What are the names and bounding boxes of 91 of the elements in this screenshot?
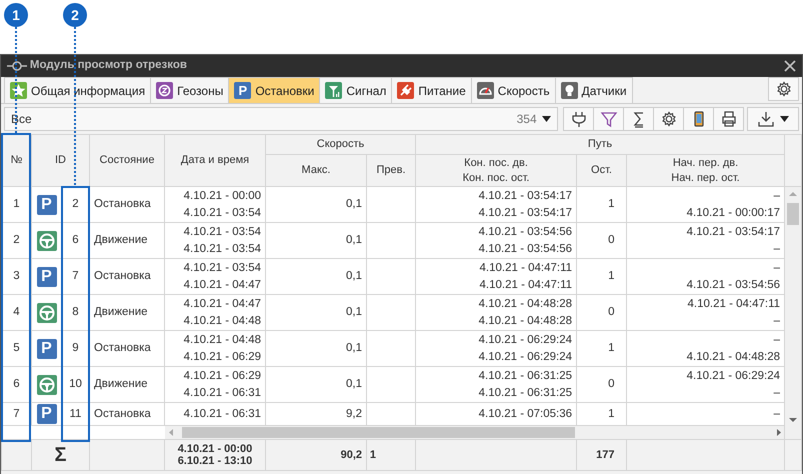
table-cell: 4.10.21 - 04:47 4.10.21 - 04:48	[164, 294, 266, 330]
column-group-header[interactable]: Путь	[416, 134, 785, 154]
table-cell: 4.10.21 - 04:48:28 4.10.21 - 04:48:28	[416, 294, 577, 330]
table-cell: 0,1	[266, 222, 366, 258]
table-cell: 4.10.21 - 06:29 4.10.21 - 06:31	[164, 366, 266, 402]
column-header[interactable]: Нач. пер. дв. Нач. пер. ост.	[626, 154, 785, 186]
callout-marker: 2	[63, 3, 87, 27]
column-header[interactable]: Состояние	[90, 134, 164, 186]
phone-button[interactable]	[683, 107, 714, 131]
column-header[interactable]: Макс.	[266, 154, 366, 186]
table-cell: 7	[2, 402, 32, 426]
parking-icon: P	[36, 404, 56, 424]
horizontal-scrollbar[interactable]	[164, 426, 784, 439]
table-cell: 1	[576, 330, 627, 366]
table-cell: 5	[2, 330, 32, 366]
table-cell: 0,1	[266, 258, 366, 294]
table-cell: 0,1	[266, 330, 366, 366]
table-cell: 0,1	[266, 186, 366, 222]
table-cell	[366, 366, 416, 402]
tab[interactable]: Общая информация	[4, 77, 152, 103]
caret-icon	[542, 116, 552, 122]
download-icon	[756, 110, 775, 128]
table-cell: 1	[576, 186, 627, 222]
table-cell: 0	[576, 222, 627, 258]
table-cell: 3	[2, 258, 32, 294]
parking-icon: P	[36, 194, 56, 214]
table-cell	[366, 222, 416, 258]
settings-icon	[774, 80, 792, 98]
printer-button[interactable]	[713, 107, 744, 131]
table-cell	[366, 330, 416, 366]
column-header[interactable]: Ост.	[576, 154, 627, 186]
export-button[interactable]	[747, 107, 799, 131]
table-cell: 4.10.21 - 06:29:24 4.10.21 - 06:29:24	[416, 330, 577, 366]
table-cell: 6	[2, 366, 32, 402]
table-cell: 2	[2, 222, 32, 258]
sum-button[interactable]	[623, 107, 654, 131]
table-cell	[366, 294, 416, 330]
table-cell: 4.10.21 - 03:54 4.10.21 - 03:54	[164, 222, 266, 258]
table-cell: 0	[576, 294, 627, 330]
table-cell: 1	[576, 258, 627, 294]
table-cell: Движение	[90, 366, 164, 402]
filter-icon	[600, 110, 618, 128]
caret-icon	[780, 116, 790, 122]
plug-button[interactable]	[563, 107, 594, 131]
total-cell: 90,2	[266, 440, 366, 470]
column-header[interactable]: Кон. пос. дв. Кон. пос. ост.	[416, 154, 577, 186]
table-cell: Остановка	[90, 258, 164, 294]
total-cell: 1	[366, 440, 416, 470]
gear-button[interactable]	[653, 107, 684, 131]
filter-button[interactable]	[593, 107, 624, 131]
column-header[interactable]: Дата и время	[164, 134, 266, 186]
table-cell: 0,1	[266, 366, 366, 402]
table-cell: 0,1	[266, 294, 366, 330]
table-cell: Движение	[90, 294, 164, 330]
pin-icon	[7, 60, 27, 72]
table-cell: 4.10.21 - 03:54:17 4.10.21 - 03:54:17	[416, 186, 577, 222]
table-cell: 1	[2, 186, 32, 222]
table-cell: 4.10.21 - 04:47:11 4.10.21 - 04:47:11	[416, 258, 577, 294]
parking-icon: P	[36, 266, 56, 286]
settings-button[interactable]	[768, 77, 799, 101]
plug-icon	[570, 110, 588, 128]
table-cell: Остановка	[90, 330, 164, 366]
table-cell	[366, 258, 416, 294]
table-cell: 4.10.21 - 03:54:56 4.10.21 - 03:54:56	[416, 222, 577, 258]
table-cell: Остановка	[90, 186, 164, 222]
close-icon[interactable]	[784, 60, 796, 72]
table-cell: 4.10.21 - 03:54 4.10.21 - 04:47	[164, 258, 266, 294]
total-cell: 177	[576, 440, 627, 470]
callout-marker: 1	[4, 3, 28, 27]
table-cell: Остановка	[90, 402, 164, 426]
record-count: 354	[516, 111, 537, 128]
table-cell: 4	[2, 294, 32, 330]
table-cell: 4.10.21 - 06:31:25 4.10.21 - 06:31:25	[416, 366, 577, 402]
window-title: Модуль просмотр отрезков	[30, 58, 187, 74]
table-cell: Движение	[90, 222, 164, 258]
table-cell: – 4.10.21 - 00:00:17	[626, 186, 785, 222]
parking-icon: P	[234, 82, 252, 99]
table-cell: 4.10.21 - 04:48 4.10.21 - 06:29	[164, 330, 266, 366]
settings-icon	[660, 110, 678, 128]
table-cell: 0	[576, 366, 627, 402]
tab[interactable]: P Остановки	[228, 77, 320, 103]
total-cell: Σ	[32, 440, 90, 470]
column-header[interactable]: ID	[32, 134, 90, 186]
column-header[interactable]: Прев.	[366, 154, 416, 186]
table-cell: 4.10.21 - 00:00 4.10.21 - 03:54	[164, 186, 266, 222]
print-icon	[720, 110, 738, 128]
parking-icon: P	[36, 338, 56, 358]
total-cell: 4.10.21 - 00:00 6.10.21 - 13:10	[164, 440, 266, 470]
tab[interactable]: Датчики	[554, 77, 633, 103]
table-cell	[366, 186, 416, 222]
column-group-header[interactable]: Скорость	[266, 134, 416, 154]
